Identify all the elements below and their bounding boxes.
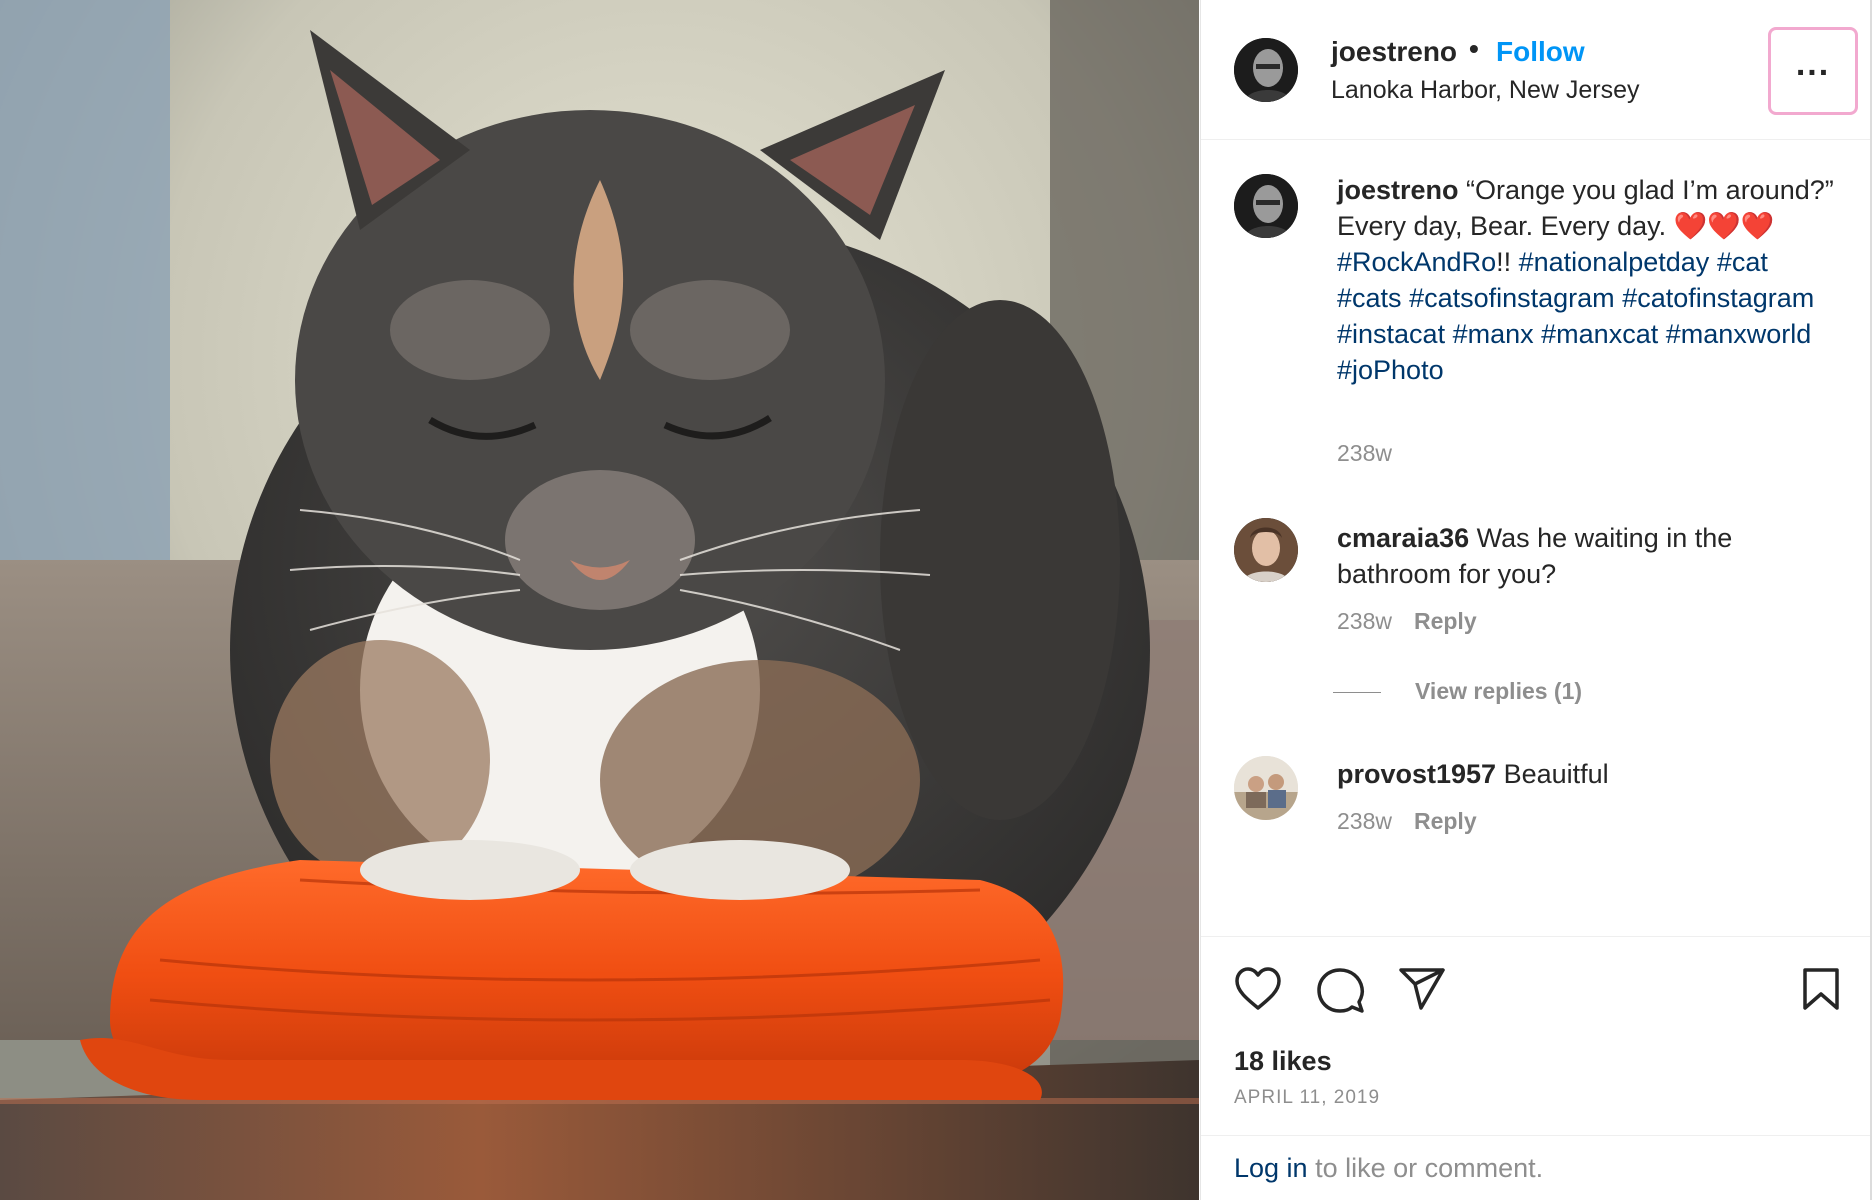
hashtag-link[interactable]: #catsofinstagram <box>1409 283 1615 313</box>
more-options-icon: ... <box>1795 45 1831 83</box>
share-icon <box>1399 968 1445 1010</box>
caption-body: joestreno “Orange you glad I’m around?” … <box>1337 172 1837 388</box>
comment-body: cmaraia36 Was he waiting in the bathroom… <box>1337 520 1837 592</box>
author-avatar[interactable] <box>1234 38 1298 102</box>
hashtag-link[interactable]: #catofinstagram <box>1622 283 1814 313</box>
caption-username[interactable]: joestreno <box>1337 175 1459 205</box>
hashtag-link[interactable]: #manxworld <box>1666 319 1812 349</box>
more-options-button[interactable]: ... <box>1768 27 1858 115</box>
separator-dot: • <box>1469 33 1479 64</box>
login-prompt: Log in to like or comment. <box>1201 1135 1872 1200</box>
bookmark-icon <box>1803 968 1839 1010</box>
comment-body: provost1957 Beauitful <box>1337 756 1837 792</box>
comment-username[interactable]: provost1957 <box>1337 759 1496 789</box>
login-rest: to like or comment. <box>1307 1153 1544 1183</box>
comment-username[interactable]: cmaraia36 <box>1337 523 1469 553</box>
hashtag-link[interactable]: #instacat <box>1337 319 1445 349</box>
hashtag-link[interactable]: #manxcat <box>1541 319 1658 349</box>
caption-avatar[interactable] <box>1234 174 1298 238</box>
login-prompt-text: Log in to like or comment. <box>1234 1153 1543 1184</box>
commenter-avatar-image <box>1234 756 1298 820</box>
caption-time[interactable]: 238w <box>1337 440 1392 467</box>
commenter-avatar[interactable] <box>1234 518 1298 582</box>
comment-button[interactable] <box>1316 966 1366 1021</box>
post-date[interactable]: APRIL 11, 2019 <box>1234 1087 1380 1109</box>
comment-time[interactable]: 238w <box>1337 608 1392 634</box>
post-location[interactable]: Lanoka Harbor, New Jersey <box>1331 76 1639 105</box>
share-button[interactable] <box>1397 966 1447 1017</box>
comment-meta: 238w Reply <box>1337 608 1477 635</box>
reply-button[interactable]: Reply <box>1414 608 1477 634</box>
caption-exclaim: !! <box>1496 247 1512 277</box>
author-avatar-image <box>1234 38 1298 102</box>
commenter-avatar-image <box>1234 518 1298 582</box>
hashtag-link[interactable]: #RockAndRo <box>1337 247 1496 277</box>
follow-button[interactable]: Follow <box>1496 36 1585 68</box>
hashtag-link[interactable]: #nationalpetday <box>1519 247 1710 277</box>
caption-avatar-image <box>1234 174 1298 238</box>
login-link[interactable]: Log in <box>1234 1153 1308 1183</box>
reply-button[interactable]: Reply <box>1414 808 1477 834</box>
comment-meta: 238w Reply <box>1337 808 1477 835</box>
action-bar-divider <box>1201 936 1872 937</box>
hearts-emoji: ❤️❤️❤️ <box>1673 211 1775 241</box>
comment-time[interactable]: 238w <box>1337 808 1392 834</box>
post-side-panel: joestreno • Follow Lanoka Harbor, New Je… <box>1200 0 1872 1200</box>
hashtag-link[interactable]: #cats <box>1337 283 1402 313</box>
hashtag-link[interactable]: #manx <box>1453 319 1534 349</box>
commenter-avatar[interactable] <box>1234 756 1298 820</box>
hashtag-link[interactable]: #joPhoto <box>1337 355 1444 385</box>
author-username[interactable]: joestreno <box>1331 36 1457 68</box>
comment-text: Beauitful <box>1503 759 1609 789</box>
comment-icon <box>1317 968 1365 1013</box>
post-photo[interactable] <box>0 0 1199 1200</box>
post-header: joestreno • Follow Lanoka Harbor, New Je… <box>1201 0 1872 140</box>
likes-count[interactable]: 18 likes <box>1234 1046 1332 1077</box>
save-button[interactable] <box>1801 966 1841 1017</box>
view-replies-button[interactable]: View replies (1) <box>1327 678 1582 705</box>
cat-photo-illustration <box>0 0 1199 1200</box>
heart-icon <box>1235 967 1281 1010</box>
like-button[interactable] <box>1233 966 1283 1017</box>
view-replies-label: View replies (1) <box>1415 678 1583 704</box>
view-replies-line <box>1333 692 1381 694</box>
hashtag-link[interactable]: #cat <box>1717 247 1768 277</box>
